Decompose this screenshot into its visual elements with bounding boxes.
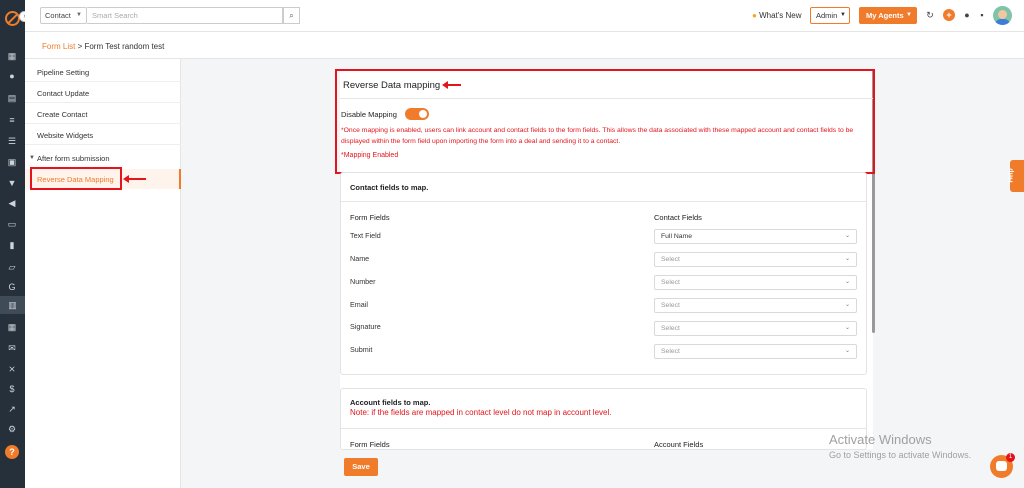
chevron-down-icon: ⌄	[844, 256, 850, 262]
form-settings-menu: Pipeline Setting Contact Update Create C…	[25, 59, 181, 488]
filter-icon[interactable]: ▼	[7, 178, 17, 188]
chevron-down-icon: ▼	[840, 12, 846, 18]
activate-windows-watermark: Activate Windows	[829, 432, 932, 447]
chevron-down-icon: ⌄	[844, 348, 850, 354]
smart-search-input[interactable]: Smart Search	[87, 7, 283, 24]
billing-icon[interactable]: $	[7, 384, 17, 394]
contact-field-select[interactable]: Select ⌄	[654, 252, 857, 267]
refresh-icon[interactable]: ↻	[925, 10, 935, 20]
notes-icon[interactable]: ▭	[7, 219, 17, 229]
select-value: Select	[661, 279, 680, 286]
form-field-label: Name	[350, 254, 370, 263]
email-icon[interactable]: ✉	[7, 343, 17, 353]
whats-new-link[interactable]: ● What's New	[752, 11, 802, 20]
account-mapping-warning: Note: if the fields are mapped in contac…	[350, 408, 612, 417]
chevron-down-icon: ⌄	[844, 279, 850, 285]
help-tab-label: Help	[1007, 168, 1015, 183]
save-button[interactable]: Save	[344, 458, 378, 476]
annotation-highlight-box	[30, 167, 122, 190]
calculator-icon[interactable]: ▪	[977, 10, 987, 20]
account-form-fields-header: Form Fields	[350, 440, 390, 449]
account-fields-header: Account Fields	[654, 440, 704, 449]
settings-gear-icon[interactable]: ⚙	[7, 424, 17, 434]
contact-fields-title: Contact fields to map.	[350, 183, 429, 192]
menu-item-create-contact[interactable]: Create Contact	[37, 110, 87, 119]
chat-button[interactable]: 1	[990, 453, 1015, 478]
campaign-icon[interactable]: ◀	[7, 198, 17, 208]
breadcrumb: Form List > Form Test random test	[42, 42, 164, 51]
list-icon[interactable]: ≡	[7, 115, 17, 125]
breadcrumb-bar: Form List > Form Test random test	[25, 32, 1024, 59]
form-field-label: Signature	[350, 322, 381, 331]
dashboard-icon[interactable]: ▦	[7, 51, 17, 61]
chat-badge: 1	[1006, 453, 1015, 462]
form-field-label: Email	[350, 300, 368, 309]
chevron-down-icon: ▼	[76, 12, 82, 18]
notification-bell-icon[interactable]: ●	[962, 10, 972, 20]
app-logo-icon[interactable]	[5, 11, 20, 26]
chat-bubble-icon	[996, 461, 1007, 471]
role-select-value: Admin	[816, 11, 838, 20]
my-agents-button[interactable]: My Agents ▼	[859, 7, 917, 24]
select-value: Full Name	[661, 233, 692, 240]
documents-icon[interactable]: ▤	[7, 93, 17, 103]
activate-windows-hint: Go to Settings to activate Windows.	[829, 450, 972, 460]
form-field-label: Text Field	[350, 231, 381, 240]
contact-field-select[interactable]: Full Name ⌄	[654, 229, 857, 244]
top-bar: Contact ▼ Smart Search ⌕ ● What's New Ad…	[25, 0, 1024, 32]
select-value: Select	[661, 325, 680, 332]
breadcrumb-form-list-link[interactable]: Form List	[42, 42, 75, 51]
help-circle-icon[interactable]: ?	[5, 445, 19, 459]
contact-field-select[interactable]: Select ⌄	[654, 275, 857, 290]
contact-fields-header: Contact Fields	[654, 213, 702, 222]
contact-field-select[interactable]: Select ⌄	[654, 298, 857, 313]
folder-icon[interactable]: ▱	[7, 262, 17, 272]
contact-field-select[interactable]: Select ⌄	[654, 321, 857, 336]
chevron-down-icon: ⌄	[844, 233, 850, 239]
annotation-arrow-icon	[123, 175, 146, 183]
calendar-icon[interactable]: ▦	[7, 322, 17, 332]
contact-field-select[interactable]: Select ⌄	[654, 344, 857, 359]
reports-icon[interactable]: ▣	[7, 157, 17, 167]
select-value: Select	[661, 348, 680, 355]
bulb-icon: ●	[752, 11, 757, 20]
menu-item-website-widgets[interactable]: Website Widgets	[37, 131, 93, 140]
whats-new-label: What's New	[759, 11, 802, 20]
search-icon[interactable]: ⌕	[283, 7, 300, 24]
contacts-icon[interactable]: ●	[7, 71, 17, 81]
select-value: Select	[661, 302, 680, 309]
handshake-icon[interactable]: ⨯	[7, 364, 17, 374]
add-icon[interactable]: +	[943, 9, 955, 21]
forms-icon[interactable]: ▥	[0, 296, 25, 314]
form-field-label: Number	[350, 277, 376, 286]
module-select-value: Contact	[45, 11, 71, 20]
annotation-highlight-box	[335, 69, 875, 174]
avatar[interactable]	[993, 6, 1012, 25]
chevron-down-icon: ⌄	[844, 325, 850, 331]
account-fields-title: Account fields to map.	[350, 398, 431, 407]
menu-item-pipeline-setting[interactable]: Pipeline Setting	[37, 68, 89, 77]
menu-item-contact-update[interactable]: Contact Update	[37, 89, 89, 98]
breadcrumb-current: Form Test random test	[84, 42, 165, 51]
module-select[interactable]: Contact ▼	[40, 7, 87, 24]
chevron-down-icon: ⌄	[844, 302, 850, 308]
chart-icon[interactable]: ↗	[7, 404, 17, 414]
contact-form-fields-header: Form Fields	[350, 213, 390, 222]
menu-item-after-form-submission[interactable]: After form submission	[37, 154, 110, 163]
role-select[interactable]: Admin ▼	[810, 7, 850, 24]
form-field-label: Submit	[350, 345, 373, 354]
chevron-down-icon: ▼	[906, 12, 912, 18]
google-icon[interactable]: G	[7, 282, 17, 292]
tasks-icon[interactable]: ☰	[7, 136, 17, 146]
analytics-icon[interactable]: ▮	[7, 240, 17, 250]
left-nav-rail: › ▦ ● ▤ ≡ ☰ ▣ ▼ ◀ ▭ ▮ ▱ G ▥ ▦ ✉ ⨯ $ ↗ ⚙ …	[0, 0, 30, 488]
help-tab[interactable]: Help	[1007, 160, 1024, 192]
my-agents-label: My Agents	[866, 11, 904, 20]
chevron-down-icon: ▼	[29, 155, 35, 161]
select-value: Select	[661, 256, 680, 263]
